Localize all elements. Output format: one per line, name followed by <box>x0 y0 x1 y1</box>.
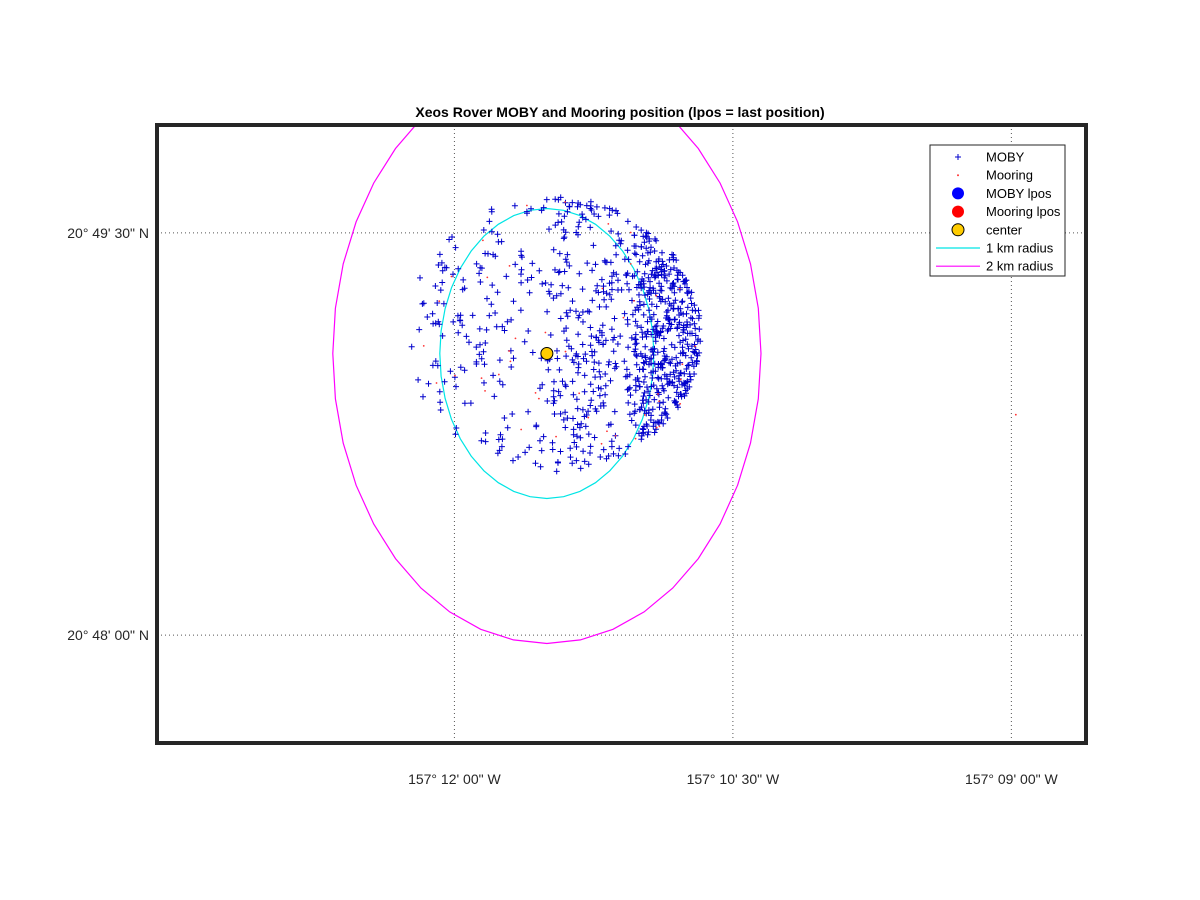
x-tick-label: 157° 12' 00" W <box>408 771 501 787</box>
mooring-point <box>629 262 632 265</box>
mooring-point <box>555 435 557 438</box>
mooring-point <box>537 397 540 400</box>
mooring-point <box>601 287 604 290</box>
mooring-point <box>544 331 547 334</box>
chart-title: Xeos Rover MOBY and Mooring position (lp… <box>415 104 824 120</box>
legend-label: 1 km radius <box>986 241 1054 256</box>
mooring-point <box>606 430 608 433</box>
mooring-point <box>486 276 489 279</box>
mooring-point <box>622 316 625 319</box>
legend-marker-moby-lpos <box>952 187 964 200</box>
mooring-point <box>482 239 484 242</box>
mooring-point <box>508 264 511 267</box>
center-marker <box>540 347 554 361</box>
chart: Xeos Rover MOBY and Mooring position (lp… <box>67 104 1088 787</box>
legend-label: Mooring lpos <box>986 204 1061 219</box>
mooring-point <box>643 414 646 416</box>
mooring-point <box>655 426 658 429</box>
legend-label: MOBY <box>986 150 1025 165</box>
mooring-point <box>600 442 603 445</box>
y-tick-label: 20° 48' 00" N <box>67 627 149 643</box>
legend-marker-mooring-lpos <box>952 205 964 218</box>
mooring-point <box>629 231 632 234</box>
mooring-point <box>578 392 581 395</box>
mooring-point <box>450 275 453 278</box>
mooring-point <box>678 287 681 290</box>
mooring-point <box>422 344 425 347</box>
legend-marker-center <box>951 223 965 237</box>
mooring-point <box>564 350 567 353</box>
position-markers <box>540 347 554 361</box>
x-tick-label: 157° 09' 00" W <box>965 771 1058 787</box>
mooring-point <box>694 345 697 348</box>
mooring-point <box>497 373 500 376</box>
mooring-point <box>587 416 590 419</box>
mooring-point <box>438 300 441 303</box>
mooring-point <box>655 294 658 297</box>
mooring-point <box>484 389 486 392</box>
mooring-point <box>534 391 537 394</box>
mooring-point <box>658 425 661 428</box>
y-tick-label: 20° 49' 30" N <box>67 225 149 241</box>
legend-label: center <box>986 222 1023 237</box>
mooring-point <box>681 363 684 366</box>
mooring-point <box>520 428 523 431</box>
legend: MOBY Mooring MOBY lpos Mooring lpos center 1 … <box>929 144 1066 277</box>
mooring-point <box>525 204 528 207</box>
x-tick-label: 157° 10' 30" W <box>687 771 780 787</box>
mooring-point <box>480 377 483 379</box>
mooring-point <box>633 299 635 302</box>
mooring-point <box>614 434 617 437</box>
mooring-point <box>658 400 660 403</box>
mooring-point <box>564 201 566 203</box>
legend-label: Mooring <box>986 168 1033 183</box>
mooring-point <box>679 402 682 405</box>
legend-label: MOBY lpos <box>986 186 1052 201</box>
mooring-point <box>1014 413 1017 416</box>
legend-marker-mooring <box>957 174 959 177</box>
mooring-point <box>435 382 438 384</box>
mooring-point <box>657 393 659 395</box>
mooring-point <box>514 337 517 340</box>
mooring-point <box>508 350 511 352</box>
mooring-point <box>509 360 512 363</box>
mooring-point <box>634 437 637 440</box>
mooring-point <box>679 378 682 381</box>
legend-label: 2 km radius <box>986 259 1054 274</box>
mooring-point <box>454 374 456 377</box>
mooring-point <box>607 222 610 225</box>
